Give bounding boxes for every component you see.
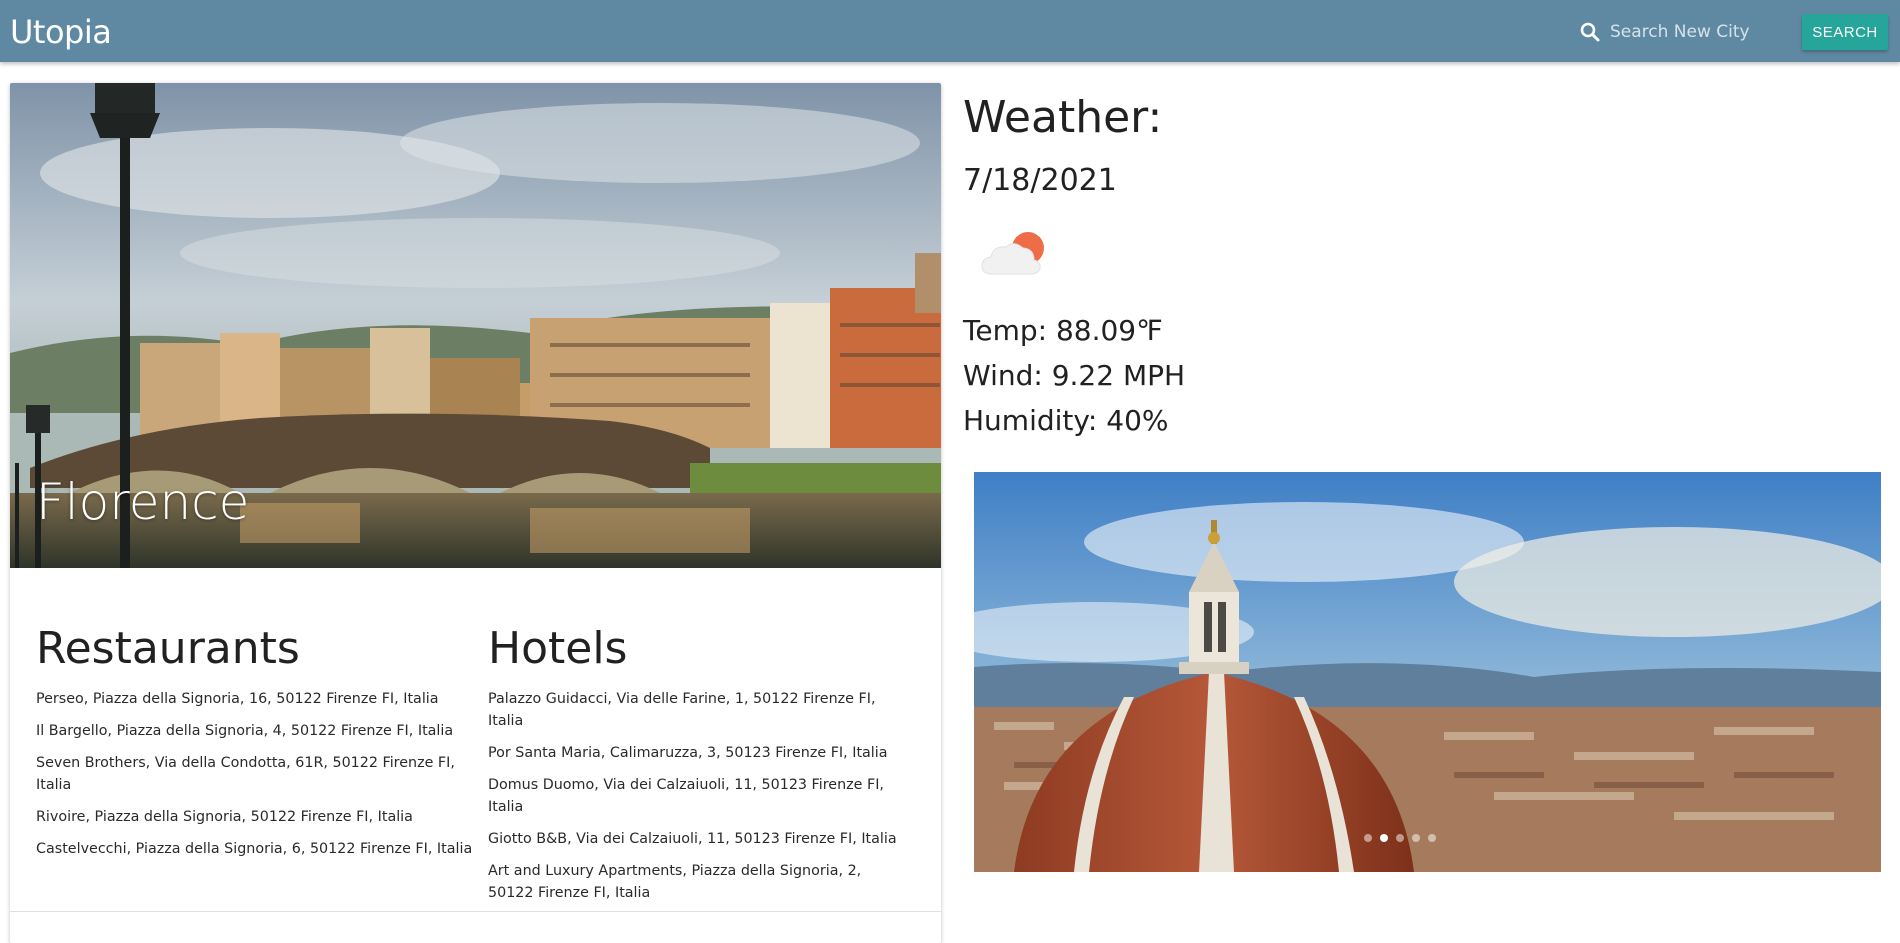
hotel-item: Palazzo Guidacci, Via delle Farine, 1, 5…	[488, 691, 876, 729]
city-card: Florence Restaurants Perseo, Piazza dell…	[10, 83, 941, 943]
carousel-dot[interactable]	[1428, 834, 1436, 842]
hotel-item: Art and Luxury Apartments, Piazza della …	[488, 863, 862, 901]
restaurants-list: Perseo, Piazza della Signoria, 16, 50122…	[36, 688, 476, 870]
city-image-carousel[interactable]	[974, 472, 1881, 872]
carousel-slide-image	[974, 472, 1881, 872]
restaurant-item: Rivoire, Piazza della Signoria, 50122 Fi…	[36, 809, 413, 825]
top-navbar: Utopia SEARCH	[0, 0, 1900, 62]
restaurant-item: Perseo, Piazza della Signoria, 16, 50122…	[36, 691, 439, 707]
carousel-dot[interactable]	[1412, 834, 1420, 842]
search-icon	[1580, 22, 1600, 42]
hotels-list: Palazzo Guidacci, Via delle Farine, 1, 5…	[488, 688, 908, 914]
restaurant-item: Il Bargello, Piazza della Signoria, 4, 5…	[36, 723, 454, 739]
carousel-dot[interactable]	[1364, 834, 1372, 842]
carousel-dot[interactable]	[1396, 834, 1404, 842]
partly-cloudy-icon	[981, 232, 1044, 275]
weather-date: 7/18/2021	[963, 163, 1117, 198]
hotel-item: Domus Duomo, Via dei Calzaiuoli, 11, 501…	[488, 777, 884, 815]
search-city-input[interactable]	[1608, 14, 1778, 50]
hotel-item: Por Santa Maria, Calimaruzza, 3, 50123 F…	[488, 745, 888, 761]
carousel-indicators	[1364, 834, 1436, 842]
city-name: Florence	[36, 473, 250, 531]
weather-temp: Temp: 88.09℉	[963, 314, 1163, 347]
weather-wind: Wind: 9.22 MPH	[963, 359, 1186, 392]
restaurants-heading: Restaurants	[36, 623, 300, 674]
brand-logo[interactable]: Utopia	[10, 13, 112, 51]
hotel-item: Giotto B&B, Via dei Calzaiuoli, 11, 5012…	[488, 831, 897, 847]
card-divider	[10, 911, 941, 912]
carousel-dot-active[interactable]	[1380, 834, 1388, 842]
restaurant-item: Castelvecchi, Piazza della Signoria, 6, …	[36, 841, 473, 857]
restaurant-item: Seven Brothers, Via della Condotta, 61R,…	[36, 755, 455, 793]
hotels-heading: Hotels	[488, 623, 628, 674]
weather-heading: Weather:	[963, 92, 1163, 143]
weather-humidity: Humidity: 40%	[963, 404, 1169, 437]
search-button[interactable]: SEARCH	[1802, 14, 1888, 50]
